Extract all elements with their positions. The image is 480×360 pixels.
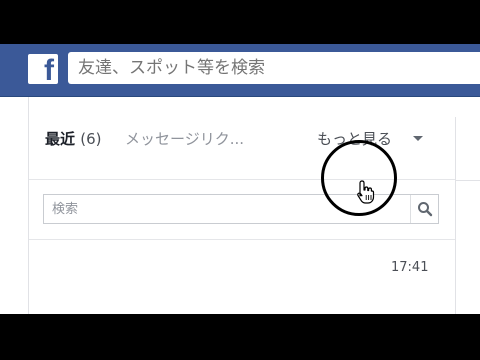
messages-panel: 最近 (6) メッセージリク... もっと見る 17:41 xyxy=(28,97,455,314)
tab-recent-count: (6) xyxy=(80,130,102,148)
list-divider xyxy=(29,239,455,240)
tab-recent-label: 最近 xyxy=(45,130,76,148)
facebook-screen: f 最近 (6) メッセージリク... もっと見る 17:41 xyxy=(0,44,480,314)
caret-down-icon[interactable] xyxy=(413,136,423,141)
facebook-logo[interactable]: f xyxy=(28,54,58,84)
panel-border xyxy=(455,117,456,314)
tab-recent[interactable]: 最近 (6) xyxy=(45,128,102,149)
panel-border xyxy=(455,180,480,181)
conversation-timestamp: 17:41 xyxy=(391,260,429,275)
tab-message-requests[interactable]: メッセージリク... xyxy=(125,128,244,149)
search-icon xyxy=(418,202,433,217)
global-search-input[interactable] xyxy=(68,52,480,84)
hand-pointer-icon xyxy=(357,180,375,204)
highlight-circle xyxy=(321,140,397,216)
top-navigation-bar: f xyxy=(0,44,480,97)
search-button[interactable] xyxy=(410,195,438,223)
